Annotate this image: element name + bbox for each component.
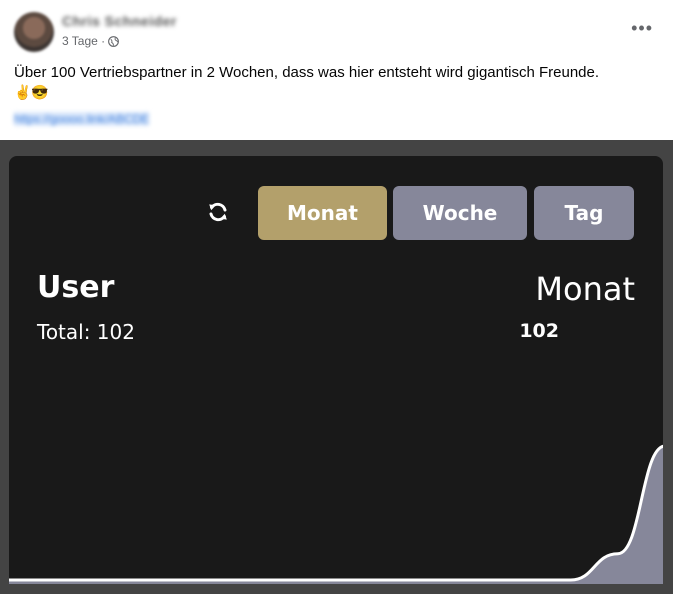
avatar[interactable] [14, 12, 54, 52]
stats-card: Monat Woche Tag User Total: 102 Monat 10… [9, 156, 663, 584]
period-title: Monat [535, 270, 635, 308]
tab-monat[interactable]: Monat [258, 186, 387, 240]
period-count: 102 [519, 320, 559, 342]
area-fill [9, 446, 663, 584]
series-line [9, 445, 663, 582]
refresh-icon[interactable] [206, 200, 230, 224]
post-meta: 3 Tage · [62, 34, 120, 48]
user-title: User [37, 270, 115, 305]
post-text: Über 100 Vertriebspartner in 2 Wochen, d… [14, 64, 600, 81]
post-time[interactable]: 3 Tage · [62, 34, 105, 48]
globe-icon [108, 35, 120, 47]
post-emojis: ✌😎 [14, 84, 49, 100]
more-options-button[interactable]: ••• [631, 18, 653, 39]
author-name[interactable]: Chris Schneider [62, 13, 177, 29]
tab-woche[interactable]: Woche [393, 186, 527, 240]
user-growth-chart [9, 445, 663, 584]
post-link[interactable]: https://goooo.link/ABCDE [14, 112, 150, 126]
post-header: Chris Schneider 3 Tage · ••• Über 100 Ve… [0, 0, 673, 140]
user-total: Total: 102 [37, 320, 135, 344]
tab-tag[interactable]: Tag [534, 186, 634, 240]
shared-screenshot: Monat Woche Tag User Total: 102 Monat 10… [0, 140, 673, 594]
